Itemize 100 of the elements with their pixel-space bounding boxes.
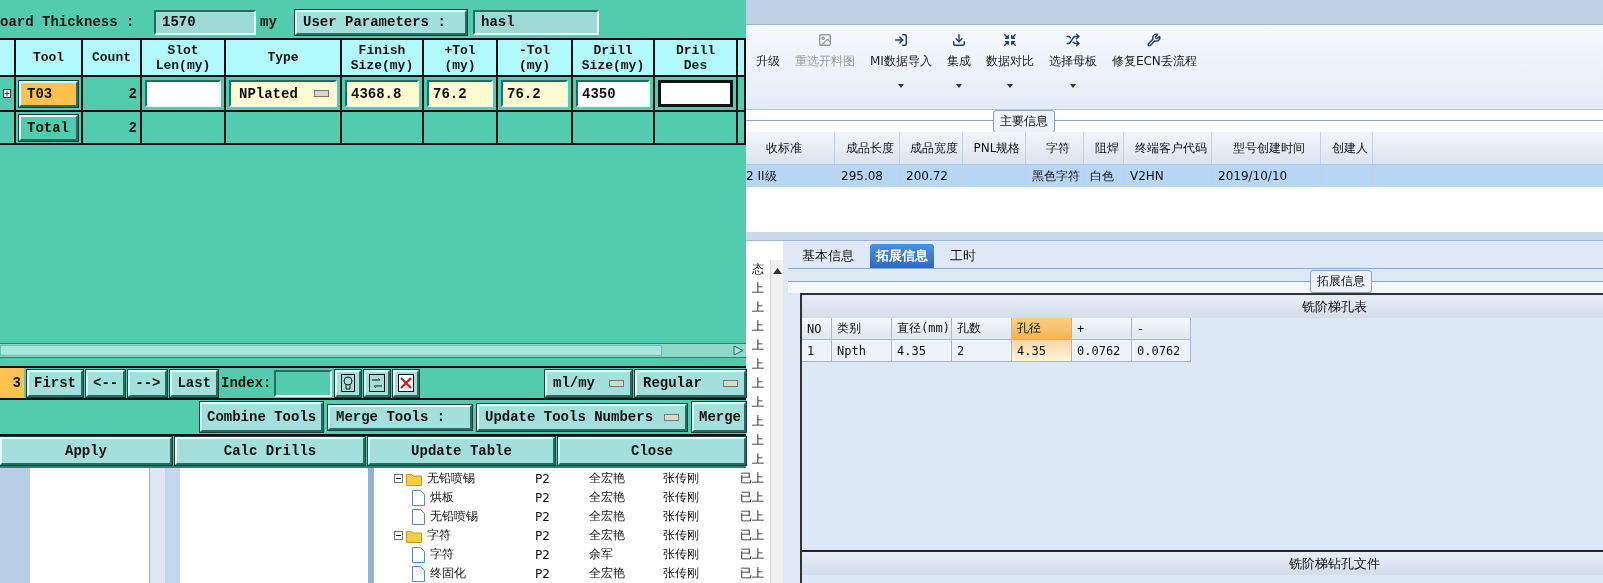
table-cell: P2 <box>535 509 550 524</box>
action-button[interactable]: Update Table <box>368 437 555 465</box>
input-field[interactable] <box>658 80 733 107</box>
bulb-button[interactable] <box>335 369 362 397</box>
column-header: Drill Size(my) <box>580 42 646 73</box>
swap-icon <box>369 374 386 392</box>
tree-item[interactable]: 无铅喷锡 <box>430 508 478 525</box>
table-cell: P2 <box>535 566 550 581</box>
action-button[interactable]: Close <box>558 437 746 465</box>
action-button[interactable]: Calc Drills <box>175 437 365 465</box>
column-header: 字符 <box>1045 139 1070 157</box>
right-arrow-icon[interactable] <box>730 345 746 356</box>
table-cell: 200.72 <box>906 169 948 183</box>
unit-dropdown[interactable]: ml/my <box>545 369 632 397</box>
shuffle-icon <box>1065 33 1080 47</box>
input-field[interactable] <box>145 80 221 107</box>
toolbar-button[interactable]: 选择母板 <box>1048 32 1097 108</box>
dropdown-icon <box>664 413 679 421</box>
nav-button[interactable]: --> <box>128 369 168 397</box>
tool-button[interactable]: Total <box>19 114 78 141</box>
nav-button[interactable]: Last <box>170 369 219 397</box>
swap-button[interactable] <box>364 369 391 397</box>
field-label: oard Thickness : <box>0 14 136 30</box>
column-header: - <box>1132 318 1191 340</box>
table-cell: P2 <box>535 471 550 486</box>
horizontal-scrollbar[interactable] <box>0 343 746 358</box>
type-dropdown[interactable]: NPlated <box>229 80 337 107</box>
sign-in-icon <box>893 33 908 47</box>
toolbar-button[interactable]: 修复ECN丢流程 <box>1111 32 1197 108</box>
column-header: 型号创建时间 <box>1233 139 1305 157</box>
folder-icon <box>406 528 422 543</box>
index-field[interactable] <box>274 369 333 397</box>
table-cell: Npth <box>832 340 892 362</box>
group-title: 主要信息 <box>993 109 1055 133</box>
tree-item[interactable]: 终固化 <box>430 565 466 582</box>
download-icon <box>951 33 966 47</box>
column-header: + <box>1072 318 1132 340</box>
input-field[interactable]: 4350 <box>576 80 650 107</box>
caret-icon <box>1069 84 1076 88</box>
table-cell: 全宏艳 <box>589 470 625 487</box>
caret-icon <box>1006 84 1013 88</box>
vertical-scrollbar[interactable] <box>770 260 783 583</box>
table-cell: 上 <box>752 318 764 335</box>
column-header: Tool <box>32 50 65 65</box>
column-header: 孔数 <box>952 318 1012 340</box>
delete-button[interactable] <box>393 369 420 397</box>
toolbar-button[interactable]: MI数据导入 <box>870 32 932 108</box>
toolbar-button[interactable]: 集成 <box>946 32 971 108</box>
section-title: 铣阶梯钻孔文件 <box>1288 554 1380 573</box>
collapse-icon[interactable] <box>394 474 403 483</box>
wrench-icon <box>1147 33 1162 47</box>
dropdown-icon <box>609 379 624 387</box>
column-header: 直径(mm) <box>892 318 952 340</box>
table-cell: P2 <box>535 490 550 505</box>
column-header: 收标准 <box>766 139 802 157</box>
tool-button[interactable]: T03 <box>19 80 78 107</box>
tab[interactable]: 工时 <box>944 244 982 268</box>
tree-item[interactable]: 无铅喷锡 <box>427 470 475 487</box>
collapse-icon[interactable] <box>394 531 403 540</box>
table-cell: 上 <box>752 432 764 449</box>
table-cell: 上 <box>752 413 764 430</box>
mode-dropdown[interactable]: Regular <box>635 369 746 397</box>
tree-item[interactable]: 字符 <box>427 527 451 544</box>
input-field[interactable]: 76.2 <box>501 80 568 107</box>
table-cell: 0.0762 <box>1132 340 1191 362</box>
table-cell: 上 <box>752 280 764 297</box>
nav-button[interactable]: First <box>27 369 83 397</box>
toolbar-button[interactable]: 数据对比 <box>985 32 1034 108</box>
column-header: +Tol (my) <box>443 42 477 73</box>
merge-dropdown[interactable]: Update Tools Numbers <box>477 403 687 431</box>
up-arrow-icon[interactable] <box>772 268 782 274</box>
combine-button[interactable]: Combine Tools <box>200 402 323 432</box>
merge-button[interactable]: Merge <box>692 402 746 432</box>
table-cell: 全宏艳 <box>589 508 625 525</box>
tab[interactable]: 拓展信息 <box>870 244 934 268</box>
toolbar-button[interactable]: 升级 <box>756 32 780 108</box>
tree-item[interactable]: 字符 <box>430 546 454 563</box>
document-icon <box>412 489 425 506</box>
table-cell: 2 <box>952 340 1012 362</box>
table-cell: 上 <box>752 356 764 373</box>
parameters-field[interactable]: hasl <box>473 9 599 35</box>
shrink-icon <box>1002 33 1017 47</box>
input-field[interactable]: 76.2 <box>427 80 493 107</box>
action-button[interactable]: Apply <box>0 437 172 465</box>
document-icon <box>412 508 425 525</box>
table-cell: 2019/10/10 <box>1218 169 1288 183</box>
tab[interactable]: 基本信息 <box>796 244 860 268</box>
table-cell: 上 <box>752 394 764 411</box>
input-field[interactable]: 4368.8 <box>345 80 419 107</box>
column-header: 态 <box>752 261 764 278</box>
column-header: 类别 <box>832 318 892 340</box>
table-cell: 张传刚 <box>663 546 699 563</box>
bulb-icon <box>341 374 356 392</box>
nav-button[interactable]: <-- <box>86 369 126 397</box>
tree-item[interactable]: 烘板 <box>430 489 454 506</box>
index-label: Index: <box>221 375 272 391</box>
image-icon <box>818 33 832 47</box>
thickness-field[interactable]: 1570 <box>154 9 256 35</box>
table-cell: 黑色字符 <box>1032 167 1080 185</box>
expand-icon[interactable] <box>3 88 11 99</box>
